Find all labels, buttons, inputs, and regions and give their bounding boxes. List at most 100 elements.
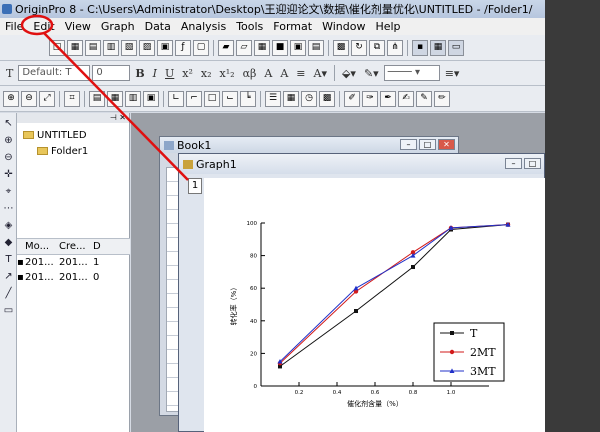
axis-step-icon[interactable]: ╘ bbox=[240, 90, 256, 107]
minimize-icon[interactable]: – bbox=[505, 158, 522, 169]
menu-format[interactable]: Format bbox=[268, 18, 317, 35]
tool-c-icon[interactable]: ✒ bbox=[380, 90, 396, 107]
rect-tool-icon[interactable]: ▭ bbox=[2, 304, 15, 317]
new-excel-icon[interactable]: ▧ bbox=[121, 39, 137, 56]
menu-help[interactable]: Help bbox=[370, 18, 405, 35]
layer-left-icon[interactable]: ▤ bbox=[89, 90, 105, 107]
new-template-icon[interactable]: ▢ bbox=[193, 39, 209, 56]
col-header-modified[interactable]: Mo... bbox=[25, 241, 59, 252]
pointer-icon[interactable]: ↖ bbox=[2, 117, 15, 130]
command-window-icon[interactable]: ▭ bbox=[448, 39, 464, 56]
refresh-icon[interactable]: ↻ bbox=[351, 39, 367, 56]
col-header-created[interactable]: Cre... bbox=[59, 241, 93, 252]
line-style-dropdown[interactable]: ──── ▾ bbox=[383, 65, 440, 81]
open-icon[interactable]: ▰ bbox=[218, 39, 234, 56]
merge-icon[interactable]: ☰ bbox=[265, 90, 281, 107]
selector-icon[interactable]: ⋯ bbox=[2, 202, 15, 215]
results-log-icon[interactable]: ▦ bbox=[430, 39, 446, 56]
rescale-icon[interactable]: ⤢ bbox=[39, 90, 55, 107]
print-icon[interactable]: ▩ bbox=[333, 39, 349, 56]
new-project-icon[interactable]: □ bbox=[49, 39, 65, 56]
draw-data-icon[interactable]: ◆ bbox=[2, 236, 15, 249]
data-reader-icon[interactable]: ⌖ bbox=[2, 185, 15, 198]
increase-font-icon[interactable]: A bbox=[264, 67, 272, 80]
align-icon[interactable]: ≡ bbox=[296, 67, 305, 80]
menu-data[interactable]: Data bbox=[140, 18, 176, 35]
axis-top-icon[interactable]: ⌐ bbox=[186, 90, 202, 107]
axis-box-icon[interactable]: □ bbox=[204, 90, 220, 107]
supersub-icon[interactable]: x¹₂ bbox=[220, 67, 235, 80]
layer-tab[interactable]: 1 bbox=[188, 178, 202, 194]
font-dropdown[interactable]: Default: T bbox=[18, 65, 91, 81]
col-header-d[interactable]: D bbox=[93, 241, 113, 252]
new-notes-icon[interactable]: ▣ bbox=[157, 39, 173, 56]
graph1-window[interactable]: Graph1 – □ 1 0 20 40 60 80 100 0.2 0.4 0.6 0.8 1.0… bbox=[178, 153, 545, 432]
subscript-icon[interactable]: x₂ bbox=[201, 67, 212, 80]
menu-analysis[interactable]: Analysis bbox=[176, 18, 231, 35]
menu-tools[interactable]: Tools bbox=[231, 18, 268, 35]
menu-view[interactable]: View bbox=[60, 18, 96, 35]
greek-icon[interactable]: αβ bbox=[243, 67, 257, 80]
new-graph-icon[interactable]: ▤ bbox=[85, 39, 101, 56]
layer-grid-icon[interactable]: ▦ bbox=[107, 90, 123, 107]
layer-multi-icon[interactable]: ▥ bbox=[125, 90, 141, 107]
menu-graph[interactable]: Graph bbox=[96, 18, 140, 35]
save-template-icon[interactable]: ▣ bbox=[290, 39, 306, 56]
axis-bottom-icon[interactable]: ∟ bbox=[168, 90, 184, 107]
new-worksheet-icon[interactable]: ▦ bbox=[67, 39, 83, 56]
font-color-icon[interactable]: A▾ bbox=[314, 67, 327, 80]
list-item[interactable]: ▪ 201... 201... 1 bbox=[17, 255, 130, 270]
tool-f-icon[interactable]: ✏ bbox=[434, 90, 450, 107]
graph1-titlebar[interactable]: Graph1 bbox=[179, 154, 544, 174]
stamp-icon[interactable]: ▩ bbox=[319, 90, 335, 107]
superscript-icon[interactable]: x² bbox=[182, 67, 193, 80]
open-excel-icon[interactable]: ▦ bbox=[254, 39, 270, 56]
underline-icon[interactable]: U bbox=[165, 67, 174, 80]
text-tool-icon[interactable]: T bbox=[2, 253, 15, 266]
tree-icon[interactable]: ⋔ bbox=[387, 39, 403, 56]
tree-item-root[interactable]: UNTITLED bbox=[17, 127, 129, 143]
menu-window[interactable]: Window bbox=[317, 18, 370, 35]
mask-icon[interactable]: ◈ bbox=[2, 219, 15, 232]
zoom-in-icon[interactable]: ⊕ bbox=[3, 90, 19, 107]
tool-b-icon[interactable]: ✑ bbox=[362, 90, 378, 107]
maximize-icon[interactable]: □ bbox=[419, 139, 436, 150]
tool-d-icon[interactable]: ✍ bbox=[398, 90, 414, 107]
timer-icon[interactable]: ◷ bbox=[301, 90, 317, 107]
save-icon[interactable]: ■ bbox=[272, 39, 288, 56]
tool-e-icon[interactable]: ✎ bbox=[416, 90, 432, 107]
maximize-icon[interactable]: □ bbox=[524, 158, 541, 169]
list-item[interactable]: ▪ 201... 201... 0 bbox=[17, 270, 130, 285]
italic-icon[interactable]: I bbox=[153, 67, 157, 80]
bold-icon[interactable]: B bbox=[135, 67, 144, 80]
new-layout-icon[interactable]: ▨ bbox=[139, 39, 155, 56]
extract-icon[interactable]: ▦ bbox=[283, 90, 299, 107]
new-matrix-icon[interactable]: ▥ bbox=[103, 39, 119, 56]
import-icon[interactable]: ▤ bbox=[308, 39, 324, 56]
open-template-icon[interactable]: ▱ bbox=[236, 39, 252, 56]
graph-page[interactable]: 0 20 40 60 80 100 0.2 0.4 0.6 0.8 1.0 催化剂含量（%） 转化率（%… bbox=[204, 178, 545, 432]
layer-inset-icon[interactable]: ▣ bbox=[143, 90, 159, 107]
zoom-out-tool-icon[interactable]: ⊖ bbox=[2, 151, 15, 164]
explorer-close-icon[interactable]: ✕ bbox=[119, 113, 126, 122]
menu-edit[interactable]: Edit bbox=[28, 18, 59, 35]
close-icon[interactable]: ✕ bbox=[438, 139, 455, 150]
line-color-icon[interactable]: ✎▾ bbox=[364, 67, 379, 80]
tree-item-folder1[interactable]: Folder1 bbox=[17, 143, 129, 159]
minimize-icon[interactable]: – bbox=[400, 139, 417, 150]
screen-reader-icon[interactable]: ✛ bbox=[2, 168, 15, 181]
tool-a-icon[interactable]: ✐ bbox=[344, 90, 360, 107]
menu-file[interactable]: File bbox=[0, 18, 28, 35]
add-layer-icon[interactable]: ⌗ bbox=[64, 90, 80, 107]
line-tool-icon[interactable]: ╱ bbox=[2, 287, 15, 300]
new-function-icon[interactable]: ƒ bbox=[175, 39, 191, 56]
decrease-font-icon[interactable]: A bbox=[280, 67, 288, 80]
line-width-icon[interactable]: ≡▾ bbox=[445, 67, 460, 80]
zoom-icon[interactable]: ⊕ bbox=[2, 134, 15, 147]
arrow-tool-icon[interactable]: ↗ bbox=[2, 270, 15, 283]
chart[interactable]: 0 20 40 60 80 100 0.2 0.4 0.6 0.8 1.0 催化剂含量（%） 转化率（%… bbox=[204, 178, 545, 432]
project-explorer-icon[interactable]: ▪ bbox=[412, 39, 428, 56]
fill-color-icon[interactable]: ⬙▾ bbox=[342, 67, 356, 80]
font-size-dropdown[interactable]: 0 bbox=[92, 65, 131, 81]
pin-icon[interactable]: ⊣ bbox=[110, 113, 117, 122]
